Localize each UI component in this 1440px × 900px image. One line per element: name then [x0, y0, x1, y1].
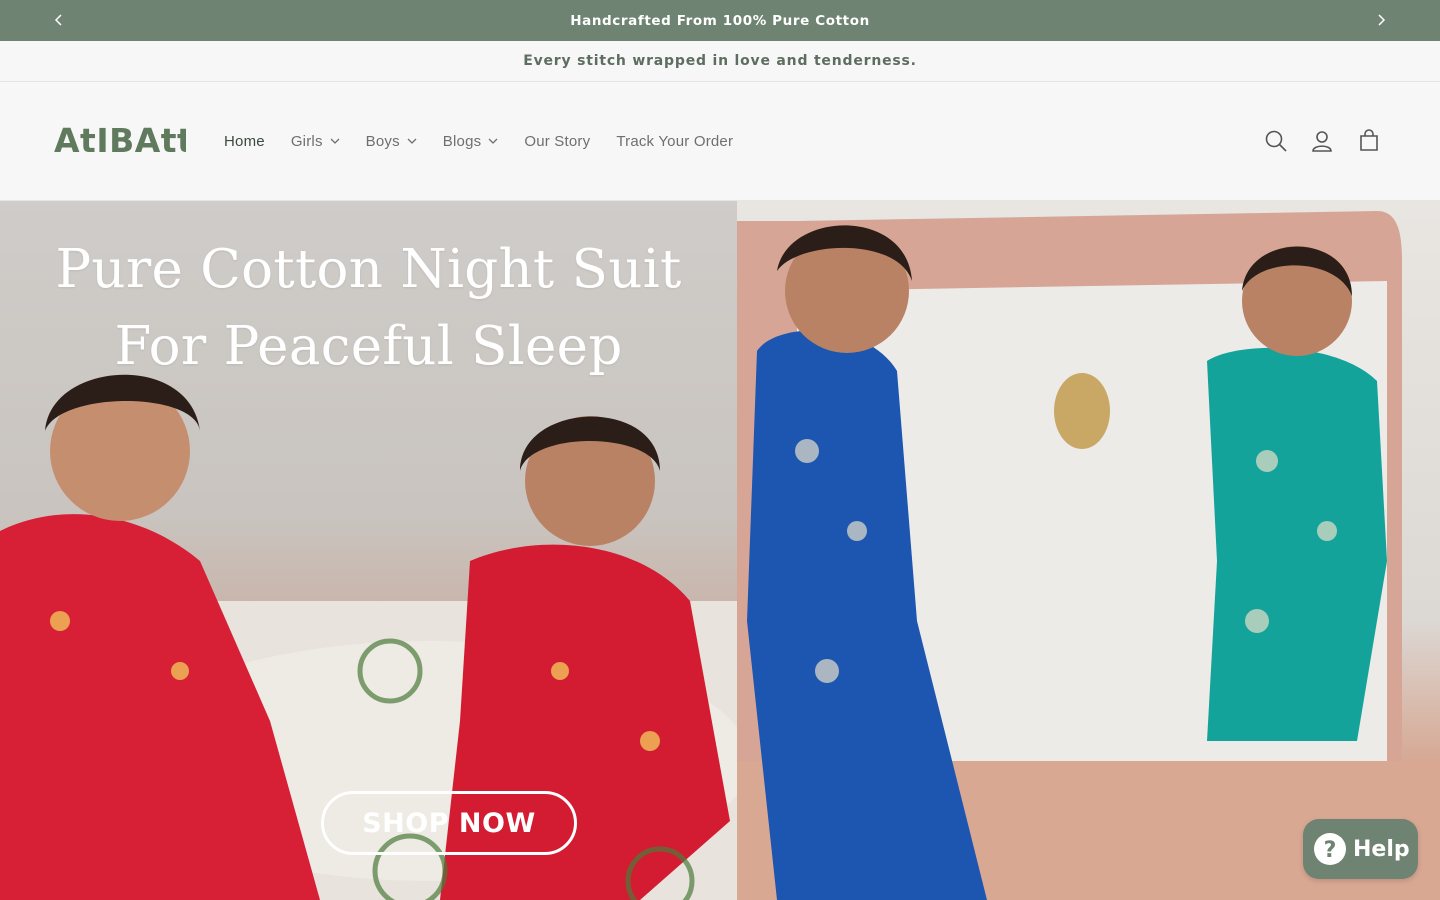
nav-home[interactable]: Home — [224, 133, 265, 150]
shop-now-label: SHOP NOW — [362, 807, 536, 839]
hero-title-line1: Pure Cotton Night Suit — [55, 239, 682, 300]
hero-banner[interactable]: Pure Cotton Night Suit For Peaceful Slee… — [0, 201, 1440, 900]
main-nav: Home Girls Boys Blogs Our Story Track Yo… — [224, 130, 759, 152]
nav-our-story[interactable]: Our Story — [524, 133, 590, 150]
nav-girls-label: Girls — [290, 132, 323, 150]
nav-home-label: Home — [224, 132, 265, 150]
announcement-bar: Handcrafted From 100% Pure Cotton — [0, 0, 1440, 41]
nav-blogs[interactable]: Blogs — [443, 133, 499, 150]
account-button[interactable] — [1309, 128, 1335, 154]
svg-text:?: ? — [1324, 838, 1337, 863]
site-header: AtIBAtti Home Girls Boys Blogs Our Story… — [0, 82, 1440, 201]
hero-title-line2: For Peaceful Sleep — [114, 316, 623, 377]
question-icon: ? — [1314, 833, 1346, 865]
announcement-prev-button[interactable] — [47, 8, 71, 32]
logo-wordmark: AtIBAtti — [54, 121, 186, 160]
chevron-right-icon — [1378, 14, 1386, 26]
nav-track-order-label: Track Your Order — [616, 132, 734, 150]
hero-photo-right — [737, 211, 1440, 900]
announcement-next-button[interactable] — [1369, 8, 1393, 32]
search-icon — [1265, 130, 1287, 152]
tagline-text: Every stitch wrapped in love and tendern… — [523, 53, 917, 69]
chevron-left-icon — [54, 14, 62, 26]
chevron-down-icon — [330, 138, 340, 144]
announcement-text: Handcrafted From 100% Pure Cotton — [570, 12, 870, 29]
brand-logo-art: AtIBAtti — [54, 121, 205, 160]
cart-button[interactable] — [1356, 128, 1382, 154]
nav-track-order[interactable]: Track Your Order — [616, 133, 733, 150]
chevron-down-icon — [488, 138, 498, 144]
nav-our-story-label: Our Story — [524, 132, 591, 150]
chevron-down-icon — [407, 138, 417, 144]
search-button[interactable] — [1263, 128, 1289, 154]
nav-blogs-label: Blogs — [442, 132, 482, 150]
help-widget-button[interactable]: ? Help — [1303, 819, 1418, 879]
help-label: Help — [1353, 836, 1410, 862]
tagline-bar: Every stitch wrapped in love and tendern… — [0, 41, 1440, 82]
shop-now-button[interactable]: SHOP NOW — [321, 791, 577, 855]
cart-icon — [1360, 129, 1378, 151]
account-icon — [1312, 131, 1332, 152]
nav-boys-label: Boys — [365, 132, 400, 150]
nav-boys[interactable]: Boys — [366, 133, 417, 150]
nav-girls[interactable]: Girls — [291, 133, 340, 150]
hero-image-right — [737, 201, 1440, 900]
brand-logo[interactable]: AtIBAtti — [52, 118, 205, 164]
